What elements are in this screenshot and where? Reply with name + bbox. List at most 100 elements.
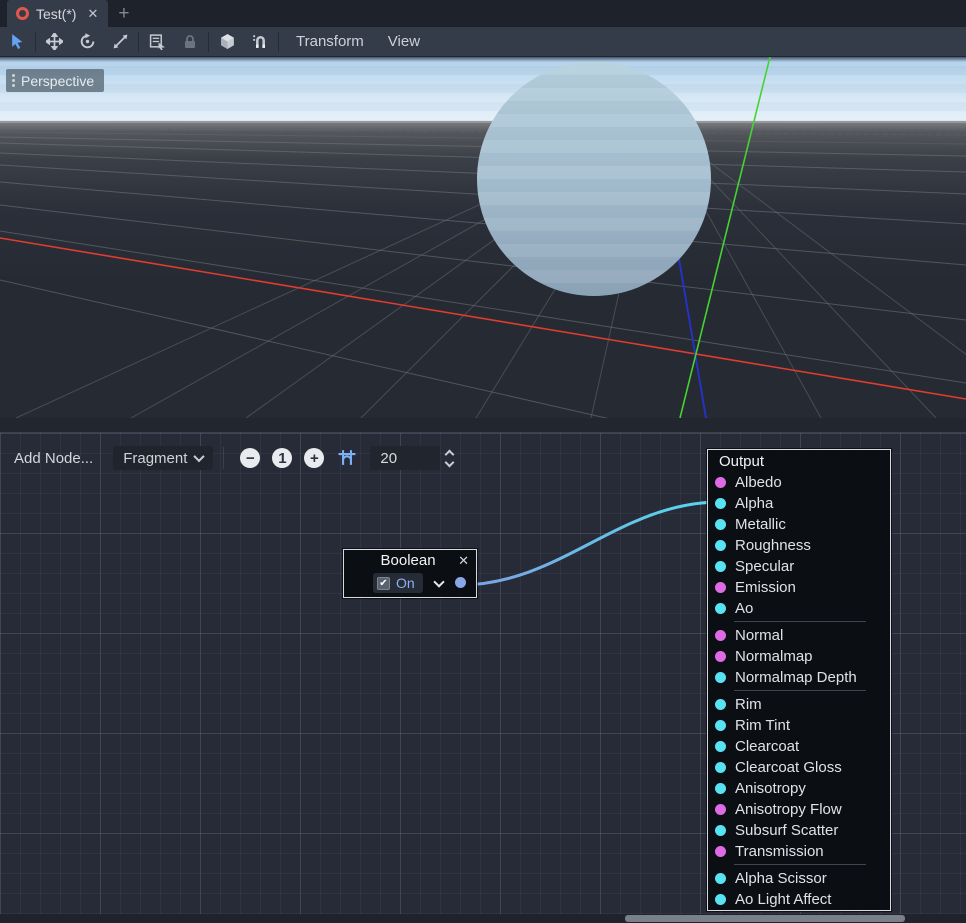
port-dot-scalar[interactable]	[715, 699, 726, 710]
port-dot-scalar[interactable]	[715, 498, 726, 509]
output-port-row: Metallic	[708, 514, 890, 535]
port-dot-scalar[interactable]	[715, 720, 726, 731]
port-dot-scalar[interactable]	[715, 519, 726, 530]
checkbox-checked-icon[interactable]: ✔	[377, 577, 390, 590]
snap-grid-button[interactable]	[338, 449, 356, 467]
port-dot-scalar[interactable]	[715, 894, 726, 905]
scale-tool-button[interactable]	[107, 30, 133, 54]
boolean-output-port[interactable]	[455, 577, 466, 588]
output-port-label: Clearcoat Gloss	[735, 759, 842, 776]
output-port-label: Alpha Scissor	[735, 870, 827, 887]
port-dot-scalar[interactable]	[715, 825, 726, 836]
snap-distance-value[interactable]: 20	[370, 446, 440, 470]
close-node-icon[interactable]: ✕	[458, 553, 469, 569]
port-group-separator	[708, 688, 890, 694]
scale-icon	[112, 33, 129, 50]
tab-close-icon[interactable]: ✕	[87, 6, 98, 22]
snap-toggle-button[interactable]	[247, 30, 273, 54]
port-dot-scalar[interactable]	[715, 762, 726, 773]
scene-tab-label: Test(*)	[36, 6, 76, 22]
sphere-mesh[interactable]	[477, 62, 711, 296]
output-port-label: Albedo	[735, 474, 782, 491]
output-port-label: Normal	[735, 627, 783, 644]
scene-tab[interactable]: Test(*) ✕	[7, 0, 108, 27]
z-axis-line	[678, 253, 706, 418]
spinbox-arrows-icon[interactable]	[446, 451, 453, 466]
chevron-down-icon[interactable]	[433, 576, 444, 587]
chevron-down-icon	[194, 451, 205, 462]
port-dot-scalar[interactable]	[715, 873, 726, 884]
graph-hscrollbar-track[interactable]	[0, 914, 966, 923]
port-dot-scalar[interactable]	[715, 540, 726, 551]
perspective-menu-button[interactable]: Perspective	[6, 69, 104, 92]
lock-tool-button[interactable]	[177, 30, 203, 54]
output-port-label: Rim	[735, 696, 762, 713]
output-port-label: Transmission	[735, 843, 824, 860]
boolean-node-titlebar[interactable]: Boolean ✕	[344, 550, 476, 571]
port-dot-scalar[interactable]	[715, 561, 726, 572]
group-tool-button[interactable]	[214, 30, 240, 54]
output-node-title: Output	[708, 450, 890, 472]
select-tool-button[interactable]	[4, 30, 30, 54]
toolbar-separator	[278, 32, 279, 52]
output-port-row: Normal	[708, 625, 890, 646]
move-tool-button[interactable]	[41, 30, 67, 54]
output-port-label: Emission	[735, 579, 796, 596]
new-tab-button[interactable]: +	[108, 0, 139, 27]
zoom-out-button[interactable]: −	[240, 448, 260, 468]
shader-stage-dropdown[interactable]: Fragment	[113, 446, 213, 470]
grid-and-axes	[0, 57, 966, 418]
graph-hscrollbar-thumb[interactable]	[625, 915, 905, 922]
lock-icon	[182, 34, 198, 50]
viewport-3d[interactable]: Perspective	[0, 57, 966, 418]
zoom-in-button[interactable]: +	[304, 448, 324, 468]
graph-toolbar-separator	[223, 447, 224, 469]
port-dot-vector[interactable]	[715, 804, 726, 815]
add-node-button[interactable]: Add Node...	[0, 450, 107, 467]
move-icon	[46, 33, 63, 50]
port-dot-vector[interactable]	[715, 846, 726, 857]
rotate-tool-button[interactable]	[74, 30, 100, 54]
output-port-label: Metallic	[735, 516, 786, 533]
snap-distance-spinbox[interactable]: 20	[370, 446, 453, 470]
output-port-row: Emission	[708, 577, 890, 598]
output-port-row: Rim Tint	[708, 715, 890, 736]
boolean-node-title: Boolean	[358, 552, 458, 569]
port-dot-scalar[interactable]	[715, 603, 726, 614]
port-group-separator	[708, 862, 890, 868]
output-port-row: Rim	[708, 694, 890, 715]
zoom-reset-button[interactable]: 1	[272, 448, 292, 468]
output-port-row: Anisotropy Flow	[708, 799, 890, 820]
shader-stage-value: Fragment	[123, 450, 187, 467]
port-dot-scalar[interactable]	[715, 672, 726, 683]
panel-splitter[interactable]	[0, 418, 966, 433]
view-menu[interactable]: View	[376, 33, 432, 50]
shader-graph-panel[interactable]: Add Node... Fragment − 1 +	[0, 433, 966, 923]
output-port-label: Specular	[735, 558, 794, 575]
output-port-row: Normalmap Depth	[708, 667, 890, 688]
output-port-label: Ao Light Affect	[735, 891, 831, 908]
output-port-row: Specular	[708, 556, 890, 577]
port-dot-scalar[interactable]	[715, 741, 726, 752]
output-port-row: Clearcoat Gloss	[708, 757, 890, 778]
port-dot-vector[interactable]	[715, 477, 726, 488]
output-port-row: Ao	[708, 598, 890, 619]
port-dot-vector[interactable]	[715, 582, 726, 593]
output-port-label: Rim Tint	[735, 717, 790, 734]
transform-menu[interactable]: Transform	[284, 33, 376, 50]
output-port-label: Normalmap	[735, 648, 813, 665]
list-select-icon	[149, 33, 166, 50]
boolean-node[interactable]: Boolean ✕ ✔ On	[343, 549, 477, 598]
scene-tab-bar: Test(*) ✕ +	[0, 0, 966, 27]
toolbar-separator	[35, 32, 36, 52]
graph-toolbar: Add Node... Fragment − 1 +	[0, 446, 453, 470]
port-dot-scalar[interactable]	[715, 783, 726, 794]
port-dot-vector[interactable]	[715, 651, 726, 662]
boolean-checkbox-control[interactable]: ✔ On	[373, 573, 423, 593]
port-dot-vector[interactable]	[715, 630, 726, 641]
select-cursor-icon	[9, 33, 26, 50]
list-select-tool-button[interactable]	[144, 30, 170, 54]
magnet-icon	[252, 33, 269, 50]
output-node[interactable]: Output AlbedoAlphaMetallicRoughnessSpecu…	[707, 449, 891, 911]
output-port-row: Ao Light Affect	[708, 889, 890, 910]
